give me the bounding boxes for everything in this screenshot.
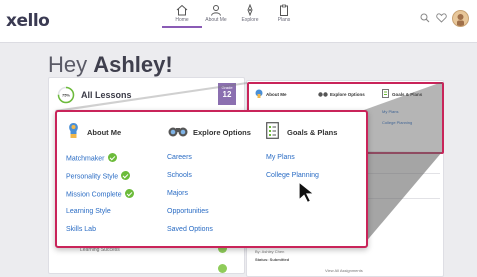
checklist-icon xyxy=(266,122,279,139)
explore-options-heading[interactable]: Explore Options xyxy=(193,128,251,137)
view-all-assignments-link[interactable]: View All Assignments xyxy=(325,268,363,273)
about-me-icon xyxy=(255,89,263,98)
matchmaker-link[interactable]: Matchmaker xyxy=(66,153,117,163)
xello-logo[interactable]: xello xyxy=(6,11,50,31)
schools-link[interactable]: Schools xyxy=(167,172,192,179)
nav-plans-label: Plans xyxy=(277,17,291,23)
assignment-status: Status: Submitted xyxy=(255,257,290,262)
about-me-heading[interactable]: About Me xyxy=(87,128,121,137)
assignment-by: By: Ashley Chen xyxy=(255,249,285,254)
small-my-plans-link[interactable]: My Plans xyxy=(382,109,398,114)
lessons-progress-ring: 75% xyxy=(57,86,75,104)
checklist-icon xyxy=(382,89,389,98)
lessons-title[interactable]: All Lessons xyxy=(81,90,132,100)
avatar-image xyxy=(457,14,464,26)
goals-plans-heading[interactable]: Goals & Plans xyxy=(287,128,337,137)
compass-icon xyxy=(247,4,253,16)
greeting-prefix: Hey xyxy=(48,52,94,77)
avatar[interactable] xyxy=(452,10,469,27)
heart-icon[interactable] xyxy=(436,13,447,23)
lesson-complete-dot xyxy=(218,264,227,273)
majors-link[interactable]: Majors xyxy=(167,190,188,197)
person-icon xyxy=(211,5,221,16)
learning-style-link[interactable]: Learning Style xyxy=(66,208,111,215)
mission-complete-link[interactable]: Mission Complete xyxy=(66,189,134,199)
nav-plans[interactable]: Plans xyxy=(264,4,304,23)
grade-number: 12 xyxy=(222,90,232,99)
nav-dropdown-zoomed: About Me Matchmaker Personality Style Mi… xyxy=(55,110,368,248)
my-plans-link[interactable]: My Plans xyxy=(266,154,295,161)
small-about-me[interactable]: About Me xyxy=(266,92,287,97)
search-icon[interactable] xyxy=(420,13,430,23)
opportunities-link[interactable]: Opportunities xyxy=(167,208,209,215)
check-icon xyxy=(121,171,131,180)
grade-badge: Grade 12 xyxy=(218,83,236,105)
college-planning-link[interactable]: College Planning xyxy=(266,172,319,179)
binoculars-icon xyxy=(318,92,328,97)
greeting-heading: Hey Ashley! xyxy=(48,52,173,78)
small-college-planning-link[interactable]: College Planning xyxy=(382,120,412,125)
small-goals-plans[interactable]: Goals & Plans xyxy=(392,92,422,97)
about-me-icon xyxy=(69,123,78,138)
binoculars-icon xyxy=(168,127,188,137)
greeting-name: Ashley! xyxy=(93,52,173,77)
home-icon xyxy=(176,4,188,16)
lessons-percent: 75% xyxy=(62,93,70,98)
personality-style-link[interactable]: Personality Style xyxy=(66,171,131,181)
mouse-cursor-icon xyxy=(298,180,316,204)
saved-options-link[interactable]: Saved Options xyxy=(167,226,213,233)
check-icon xyxy=(124,189,134,198)
clipboard-icon xyxy=(280,4,288,16)
small-explore-options[interactable]: Explore Options xyxy=(330,92,365,97)
skills-lab-link[interactable]: Skills Lab xyxy=(66,226,96,233)
careers-link[interactable]: Careers xyxy=(167,154,192,161)
check-icon xyxy=(107,153,117,162)
